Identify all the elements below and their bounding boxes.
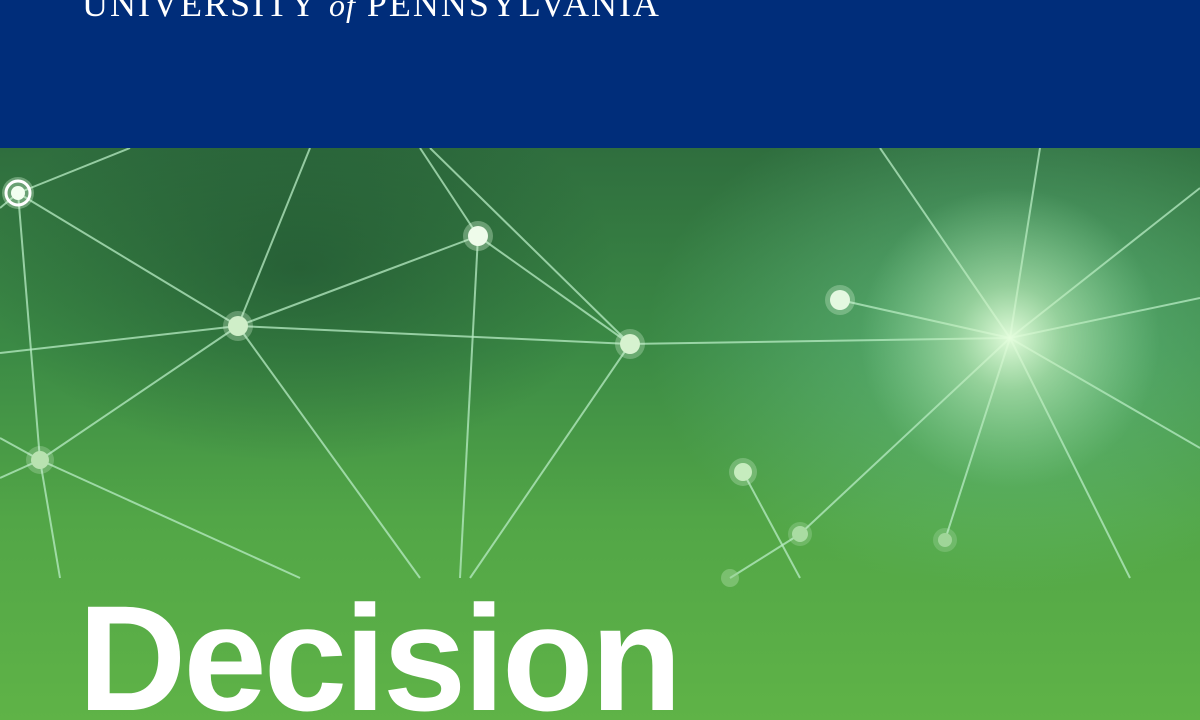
- glow-node-icon: [860, 188, 1160, 488]
- hero-banner: Decision: [0, 148, 1200, 720]
- university-wordmark: University of Pennsylvania: [82, 0, 661, 22]
- network-node: [721, 569, 739, 587]
- network-node: [788, 522, 812, 546]
- network-node: [2, 177, 34, 209]
- wordmark-pennsylvania: Pennsylvania: [366, 0, 661, 24]
- network-node: [26, 446, 54, 474]
- network-node: [463, 221, 493, 251]
- podcast-title: Decision: [78, 574, 682, 720]
- wordmark-of: of: [328, 0, 356, 23]
- network-nodes: [2, 177, 957, 587]
- header-bar: University of Pennsylvania: [0, 0, 1200, 148]
- network-node: [729, 458, 757, 486]
- network-node: [223, 311, 253, 341]
- wordmark-university: University: [82, 0, 318, 24]
- network-node: [615, 329, 645, 359]
- network-node: [825, 285, 855, 315]
- network-node: [933, 528, 957, 552]
